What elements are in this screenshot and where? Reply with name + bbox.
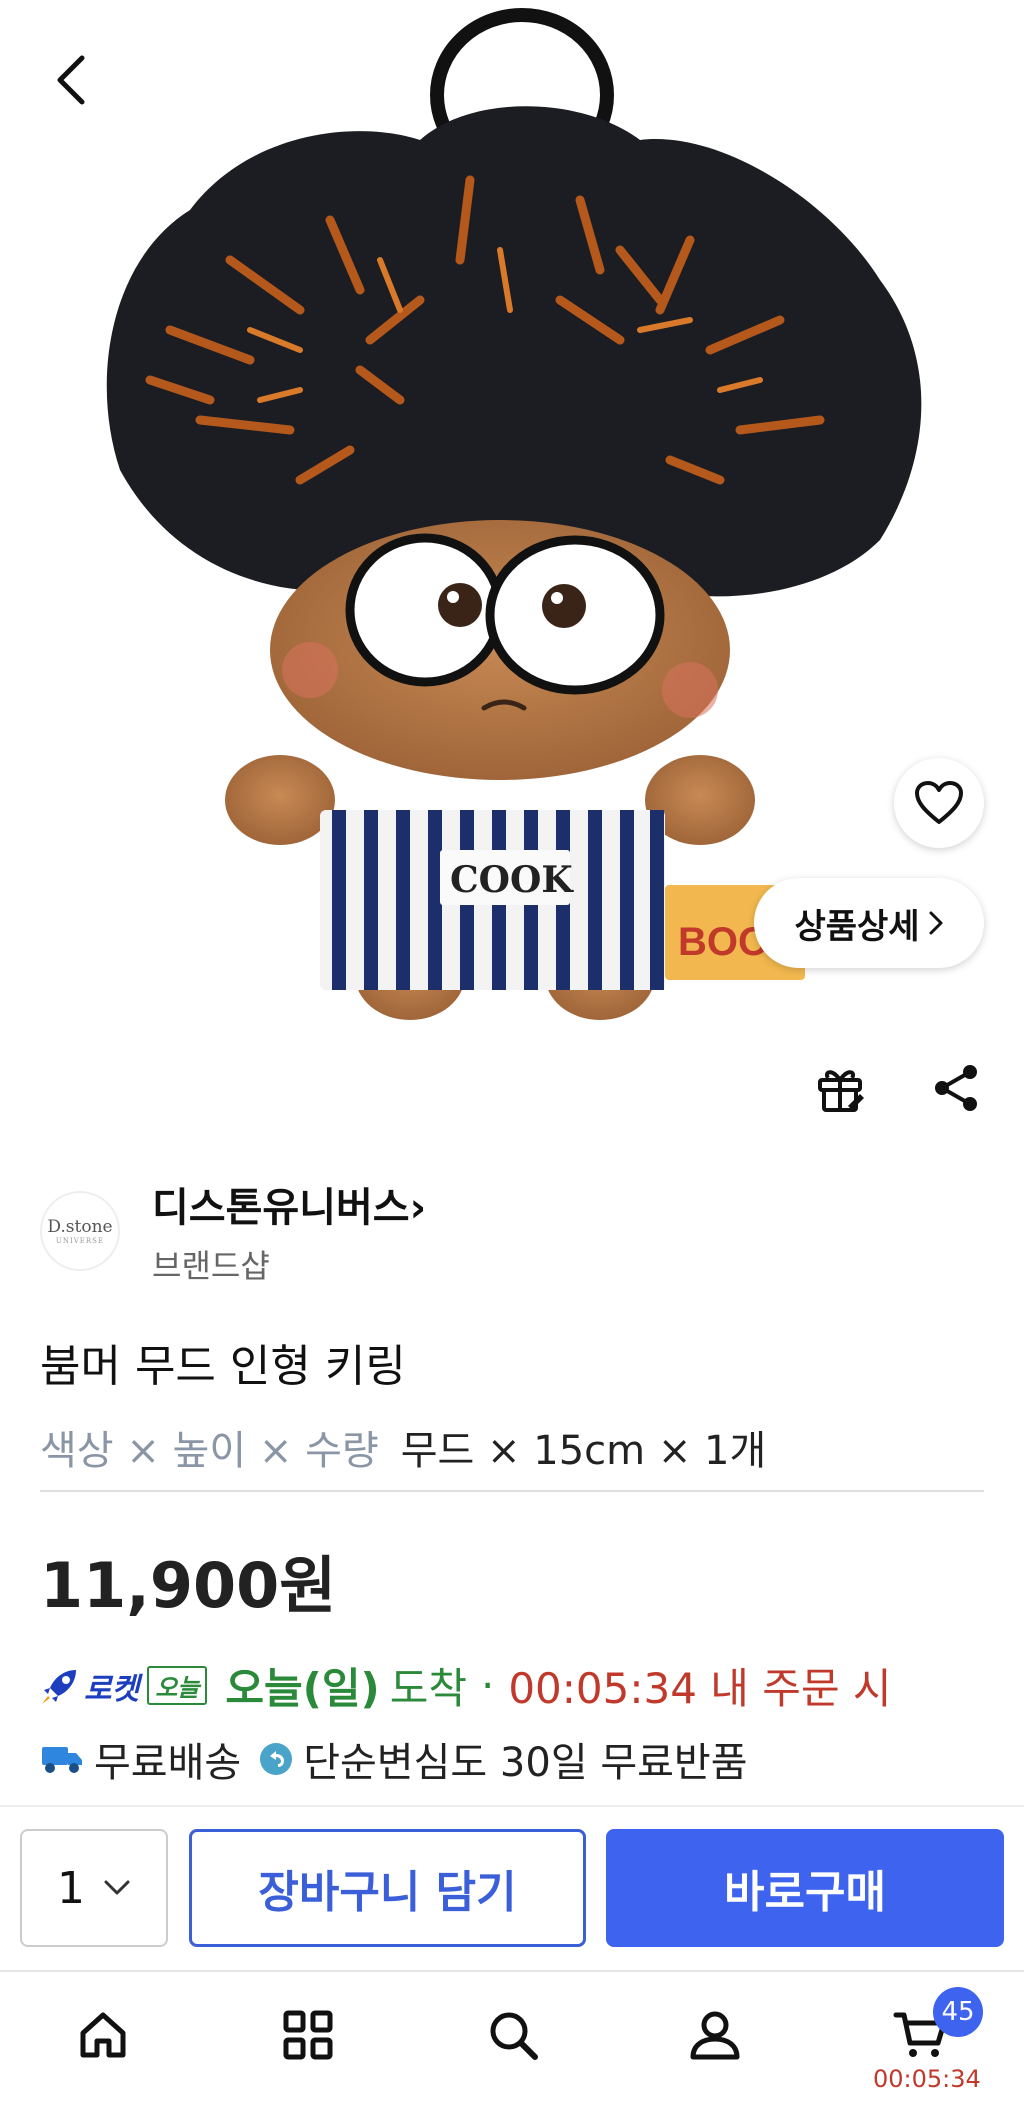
category-icon	[283, 2010, 333, 2060]
truck-icon	[42, 1747, 82, 1773]
brand-logo: D.stone UNIVERSE	[40, 1191, 120, 1271]
quantity-value: 1	[57, 1862, 85, 1914]
gift-button[interactable]	[812, 1060, 868, 1116]
return-icon	[260, 1743, 293, 1775]
product-price: 11,900원	[40, 1549, 337, 1622]
heart-outline-icon	[915, 781, 963, 824]
chevron-right-icon: ›	[409, 1185, 427, 1231]
option-values: 무드 × 15cm × 1개	[400, 1428, 767, 1474]
product-image[interactable]: BOO COOK 상품상세	[0, 0, 1024, 1040]
separator: ·	[480, 1661, 495, 1710]
add-to-cart-button[interactable]: 장바구니 담기	[189, 1829, 586, 1947]
option-keys: 색상 × 높이 × 수량	[40, 1428, 379, 1474]
order-countdown: 00:05:34 내 주문 시	[508, 1664, 892, 1713]
buy-now-button[interactable]: 바로구매	[606, 1829, 1004, 1947]
today-badge: 오늘	[147, 1666, 208, 1705]
return-policy-label: 단순변심도 30일 무료반품	[303, 1740, 748, 1786]
product-options[interactable]: 색상 × 높이 × 수량 무드 × 15cm × 1개	[40, 1418, 766, 1476]
gift-icon	[818, 1070, 864, 1112]
product-title: 붐머 무드 인형 키링	[40, 1341, 406, 1392]
rocket-delivery-info: 로켓 오늘 오늘(일) 도착 · 00:05:34 내 주문 시	[40, 1655, 892, 1716]
chevron-right-icon	[929, 911, 943, 935]
favorite-button[interactable]	[894, 758, 984, 848]
cart-count-badge: 45	[933, 1987, 983, 2037]
rocket-badge: 로켓 오늘	[40, 1664, 208, 1708]
free-shipping-label: 무료배송	[94, 1740, 242, 1786]
home-icon	[80, 2012, 126, 2058]
my-page-icon	[690, 2011, 740, 2060]
shipping-info: 무료배송 단순변심도 30일 무료반품	[40, 1730, 748, 1788]
share-button[interactable]	[928, 1060, 984, 1116]
nav-home[interactable]	[68, 2000, 138, 2070]
product-detail-label: 상품상세	[794, 906, 920, 947]
arrival-label: 도착	[389, 1664, 467, 1713]
product-detail-button[interactable]: 상품상세	[754, 878, 984, 968]
product-action-icons	[812, 1060, 984, 1116]
brand-name: 디스톤유니버스›	[152, 1185, 427, 1231]
nav-search[interactable]	[478, 2000, 548, 2070]
chevron-left-icon	[57, 55, 85, 105]
brand-type: 브랜드샵	[152, 1247, 270, 1285]
rocket-label: 로켓	[84, 1671, 140, 1707]
purchase-bar: 1 장바구니 담기 바로구매	[0, 1805, 1024, 1970]
brand-shop-link[interactable]: D.stone UNIVERSE 디스톤유니버스› 브랜드샵	[40, 1175, 426, 1287]
bottom-nav	[0, 1970, 1024, 2101]
back-button[interactable]	[40, 50, 100, 110]
share-icon	[935, 1065, 977, 1111]
cart-timer: 00:05:34	[873, 2065, 981, 2093]
quantity-select[interactable]: 1	[20, 1829, 168, 1947]
rocket-icon	[42, 1669, 76, 1704]
divider	[40, 1490, 984, 1492]
nav-my-page[interactable]	[680, 2000, 750, 2070]
arrival-day: 오늘(일)	[225, 1664, 380, 1713]
chevron-down-icon	[104, 1880, 130, 1895]
search-icon	[490, 2012, 538, 2060]
nav-category[interactable]	[273, 2000, 343, 2070]
apron-label: COOK	[450, 859, 574, 901]
